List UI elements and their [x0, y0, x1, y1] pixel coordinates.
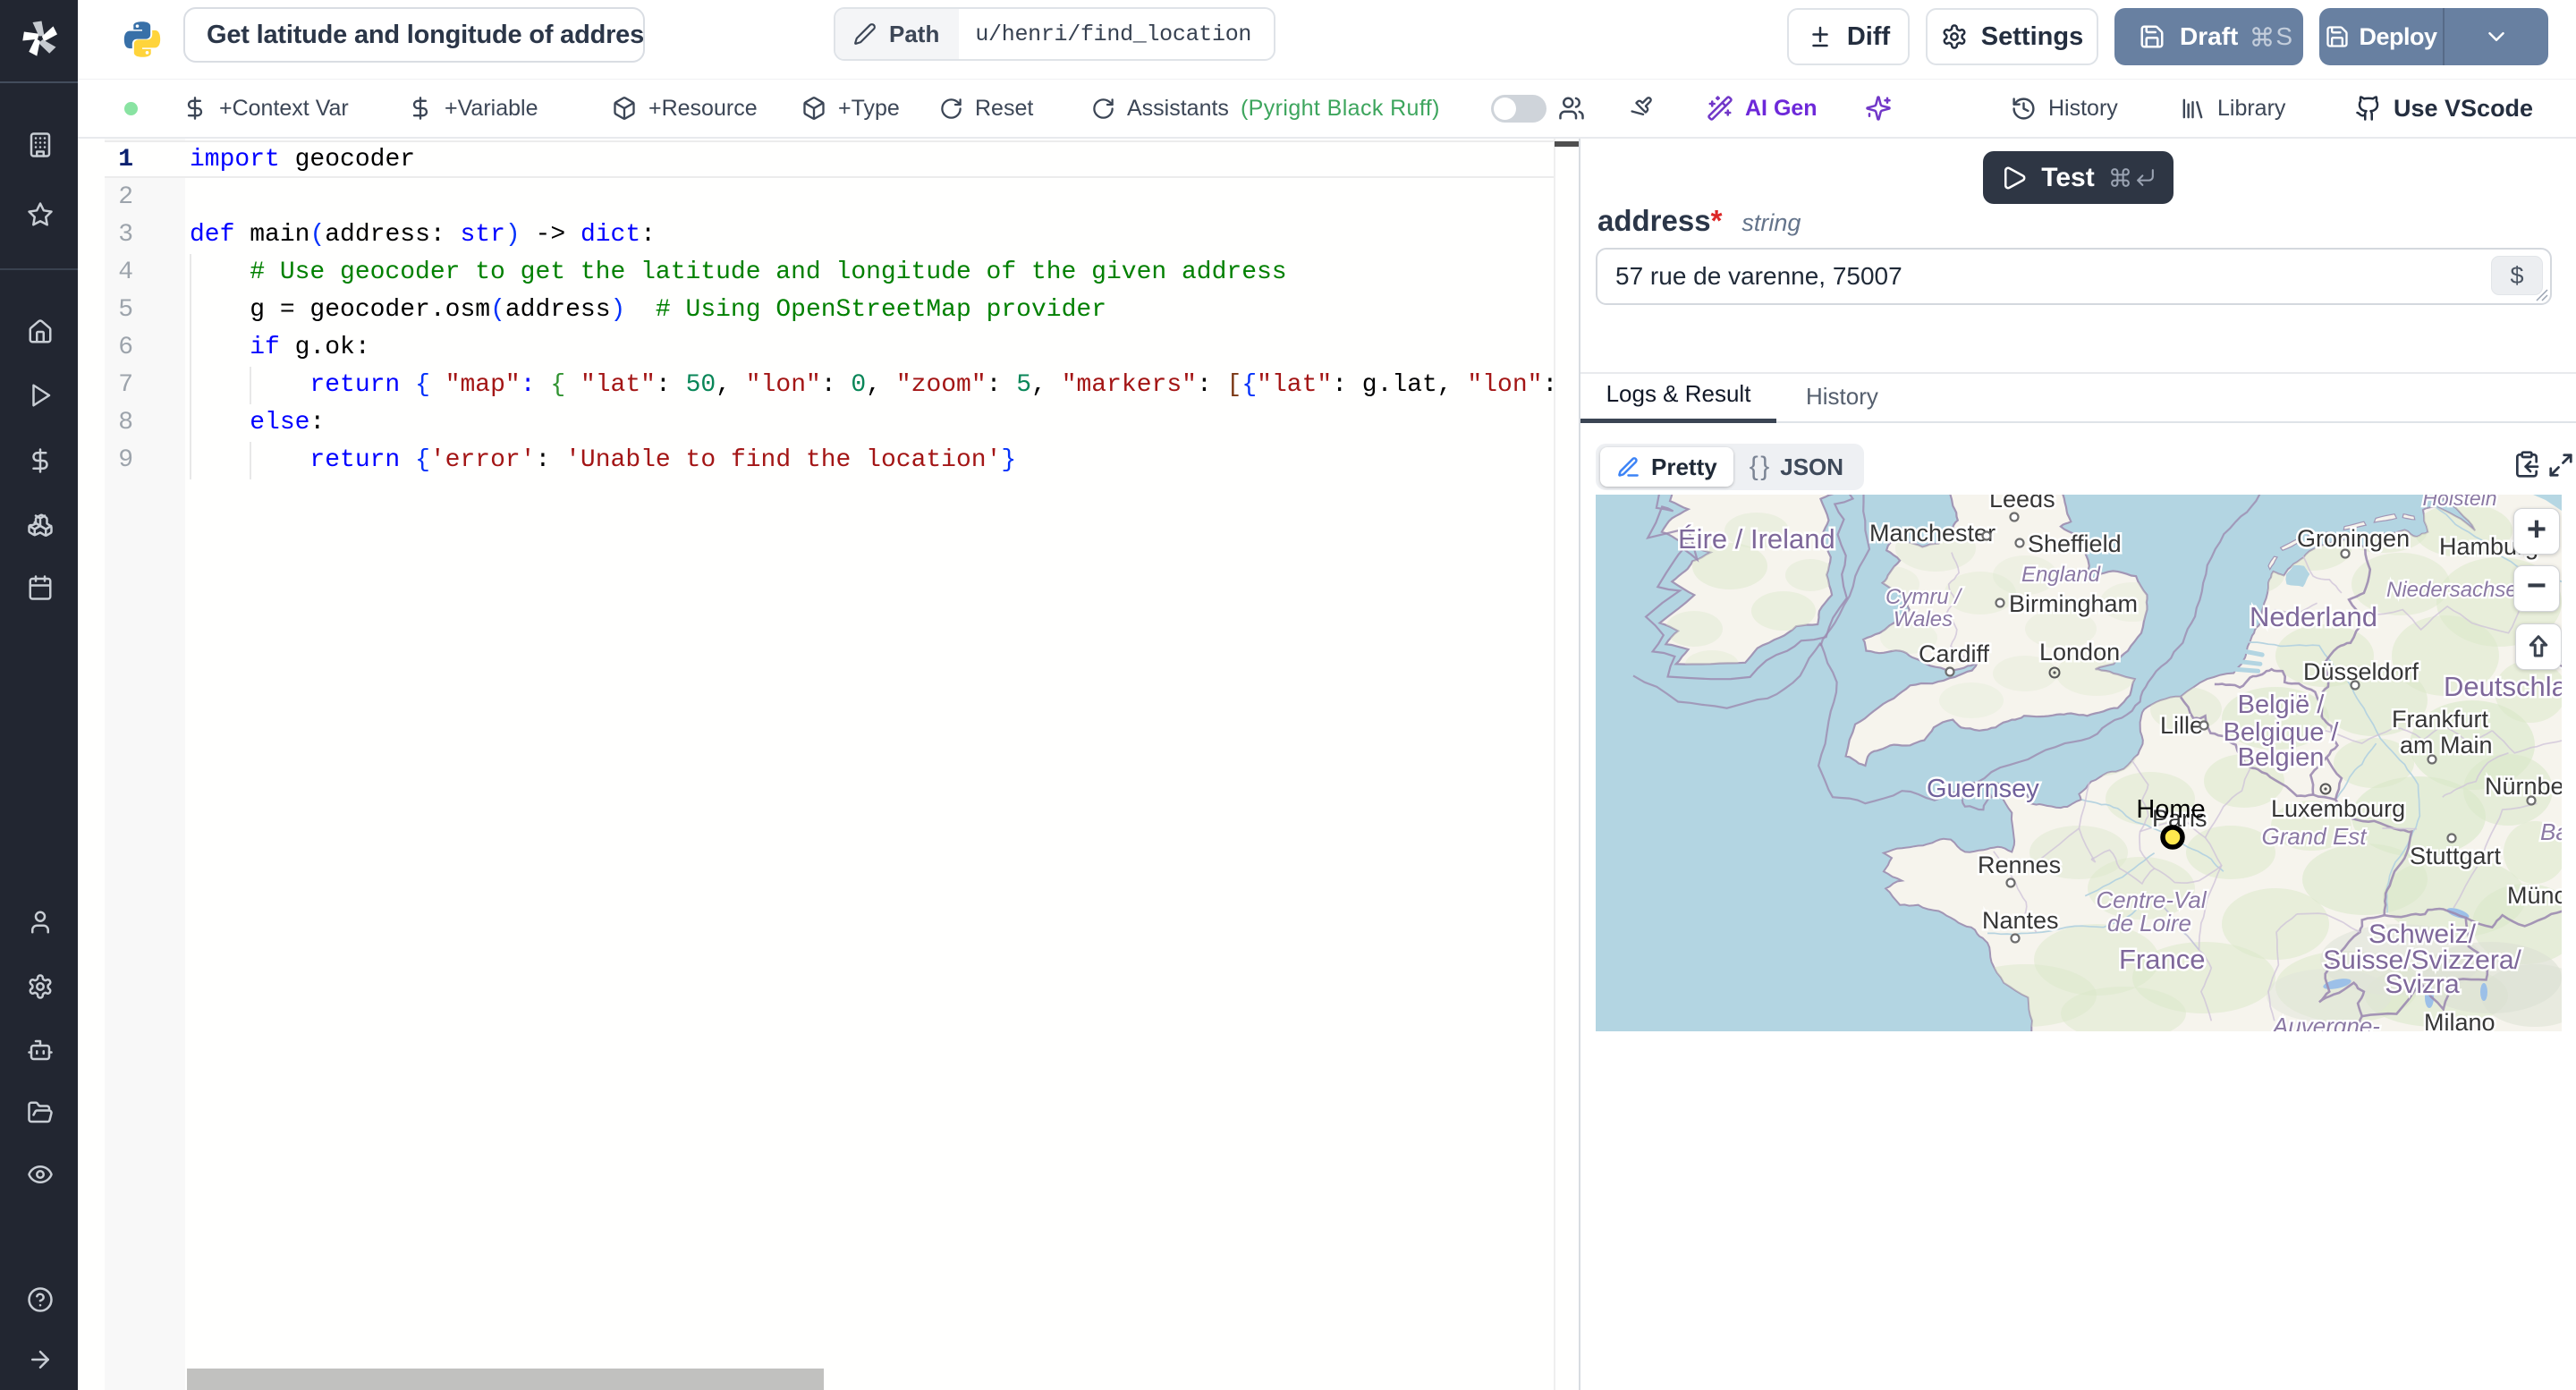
svg-text:Holstein: Holstein [2422, 495, 2496, 510]
svg-text:Niedersachsen: Niedersachsen [2386, 578, 2529, 602]
svg-text:Düsseldorf: Düsseldorf [2303, 658, 2419, 685]
svg-text:de Loire: de Loire [2107, 910, 2191, 937]
svg-text:Milano: Milano [2424, 1009, 2496, 1031]
svg-text:Stuttgart: Stuttgart [2410, 843, 2502, 869]
svg-text:England: England [2021, 563, 2101, 587]
svg-text:London: London [2039, 639, 2120, 665]
svg-text:Wales: Wales [1894, 607, 1953, 631]
svg-text:Leeds: Leeds [1989, 495, 2055, 513]
svg-text:Guernsey: Guernsey [1927, 775, 2039, 803]
svg-text:Cymru /: Cymru / [1885, 585, 1962, 609]
svg-text:Ba: Ba [2540, 818, 2562, 845]
svg-text:Müncl: Müncl [2507, 882, 2562, 909]
svg-text:am Main: am Main [2400, 732, 2493, 759]
svg-text:Lille: Lille [2160, 712, 2203, 739]
svg-text:Rennes: Rennes [1978, 852, 2061, 878]
svg-text:Birmingham: Birmingham [2009, 590, 2138, 617]
svg-text:Éire / Ireland: Éire / Ireland [1678, 523, 1835, 555]
svg-text:Svizra: Svizra [2385, 970, 2460, 999]
svg-text:België /: België / [2238, 691, 2326, 719]
svg-text:France: France [2119, 944, 2205, 975]
svg-text:Cardiff: Cardiff [1919, 640, 1990, 667]
svg-text:Sheffield: Sheffield [2028, 530, 2122, 557]
svg-text:Frankfurt: Frankfurt [2392, 706, 2489, 733]
svg-text:Deutschland: Deutschland [2444, 671, 2562, 702]
svg-text:Manchester: Manchester [1869, 520, 1996, 547]
svg-text:Nederland: Nederland [2250, 601, 2377, 632]
svg-text:Grand Est: Grand Est [2261, 823, 2368, 850]
svg-text:Auvergne-: Auvergne- [2271, 1013, 2380, 1031]
svg-text:Home: Home [2136, 795, 2205, 824]
svg-text:Belgien: Belgien [2238, 743, 2325, 772]
svg-text:Nantes: Nantes [1982, 907, 2059, 934]
svg-text:Nürnber: Nürnber [2485, 773, 2562, 800]
svg-text:Groningen: Groningen [2297, 525, 2410, 552]
svg-text:Luxembourg: Luxembourg [2271, 795, 2405, 822]
